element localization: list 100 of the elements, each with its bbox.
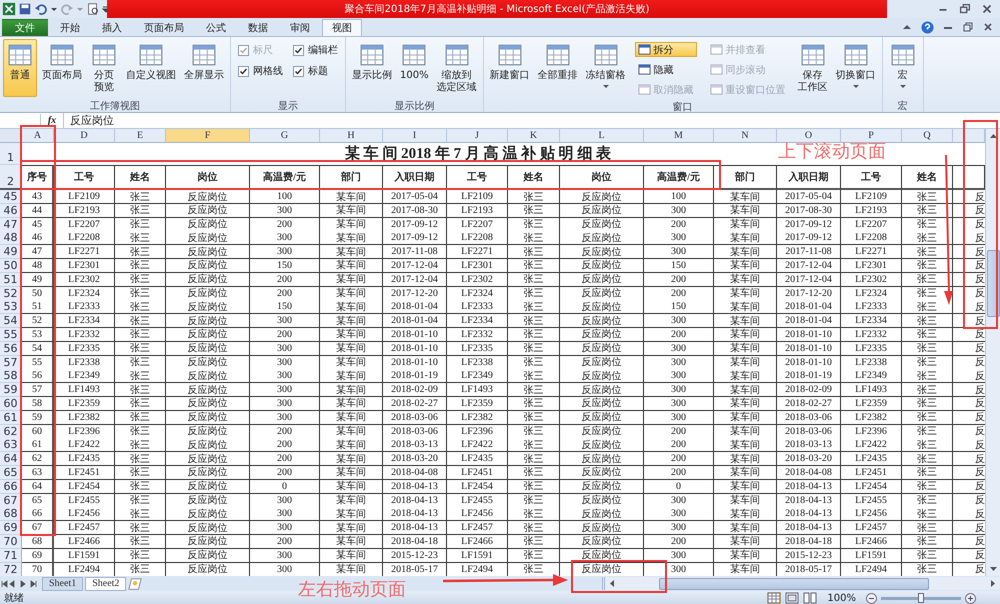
ribbon-tab[interactable]: 文件 bbox=[2, 19, 48, 36]
column-header[interactable]: F bbox=[166, 129, 250, 143]
table-cell: 300 bbox=[250, 245, 320, 259]
formula-field[interactable]: 反应岗位 bbox=[63, 113, 1000, 128]
table-cell: LF2338 bbox=[54, 356, 115, 370]
table-cell: 某车间 bbox=[320, 245, 383, 259]
table-cell: 反应岗位 bbox=[560, 396, 644, 411]
ribbon-tab[interactable]: 视图 bbox=[322, 19, 362, 36]
row-header[interactable]: 68 bbox=[0, 507, 22, 522]
table-cell: 某车间 bbox=[320, 480, 383, 494]
sheet-tab[interactable]: Sheet1 bbox=[42, 576, 84, 591]
ribbon-tab[interactable]: 插入 bbox=[92, 19, 132, 36]
ribbon-tab[interactable]: 公式 bbox=[196, 19, 236, 36]
table-cell: 某车间 bbox=[320, 204, 383, 218]
ribbon-button[interactable]: 自定义视图 bbox=[123, 39, 179, 97]
column-header[interactable]: G bbox=[250, 129, 320, 143]
ribbon-button[interactable]: 100% bbox=[397, 39, 432, 97]
table-cell: 张三 bbox=[115, 383, 166, 397]
header-cell: 高温费/元 bbox=[644, 165, 714, 190]
row-header[interactable]: 72 bbox=[0, 562, 22, 576]
table-cell: 0 bbox=[250, 480, 320, 494]
column-header[interactable]: E bbox=[115, 129, 166, 143]
row-header[interactable]: 1 bbox=[0, 143, 22, 165]
table-cell: 反应岗位 bbox=[166, 258, 250, 273]
column-header[interactable]: J bbox=[447, 129, 508, 143]
table-cell: 43 bbox=[22, 190, 54, 204]
ribbon-button[interactable]: 新建窗口 bbox=[486, 39, 533, 97]
table-cell: 张三 bbox=[508, 369, 560, 384]
column-header[interactable]: O bbox=[777, 129, 841, 143]
table-cell: 张三 bbox=[115, 245, 166, 259]
checkbox-option[interactable]: 编辑栏 bbox=[293, 42, 338, 58]
row-header[interactable]: 54 bbox=[0, 314, 22, 328]
column-header[interactable]: A bbox=[22, 129, 54, 143]
checkbox-option[interactable]: 网格线 bbox=[238, 63, 283, 79]
table-cell: 张三 bbox=[508, 286, 560, 300]
ribbon-tab[interactable]: 页面布局 bbox=[134, 19, 194, 36]
ribbon-tab[interactable]: 开始 bbox=[50, 19, 90, 36]
group-label: 宏 bbox=[896, 100, 909, 112]
function-label[interactable]: fx bbox=[41, 115, 63, 126]
row-header[interactable]: 45 bbox=[0, 190, 22, 204]
table-cell: 300 bbox=[250, 204, 320, 218]
row-header[interactable]: 49 bbox=[0, 245, 22, 259]
table-cell: 45 bbox=[22, 218, 54, 232]
ribbon-button[interactable]: 全屏显示 bbox=[181, 39, 227, 97]
row-header[interactable]: 58 bbox=[0, 369, 22, 384]
table-cell: 反应岗位 bbox=[560, 328, 644, 342]
ribbon-button[interactable]: 切换窗口 bbox=[832, 39, 879, 97]
column-header[interactable]: L bbox=[560, 129, 644, 143]
row-header[interactable]: 71 bbox=[0, 548, 22, 563]
column-header[interactable]: I bbox=[383, 129, 447, 143]
table-cell: 反应岗位 bbox=[560, 383, 644, 397]
table-cell: LF2334 bbox=[841, 314, 902, 328]
header-cell: 高温费/元 bbox=[250, 165, 320, 190]
sheet-tab[interactable]: Sheet2 bbox=[85, 576, 126, 591]
table-cell: LF2332 bbox=[447, 328, 508, 342]
ribbon-button[interactable]: 分页 预览 bbox=[87, 39, 121, 97]
table-cell: 2018-03-20 bbox=[777, 452, 841, 466]
ribbon-tab[interactable]: 审阅 bbox=[280, 19, 320, 36]
row-header[interactable]: 69 bbox=[0, 521, 22, 535]
zoom-level[interactable]: 100% bbox=[827, 592, 856, 604]
table-cell: LF2455 bbox=[447, 494, 508, 508]
table-cell: LF1493 bbox=[447, 383, 508, 397]
ribbon-button[interactable]: 全部重排 bbox=[534, 39, 581, 97]
row-header[interactable]: 70 bbox=[0, 534, 22, 549]
row-header[interactable]: 63 bbox=[0, 438, 22, 452]
table-cell: 200 bbox=[644, 286, 714, 300]
column-header[interactable]: H bbox=[320, 129, 383, 143]
ribbon-button[interactable]: 保存 工作区 bbox=[794, 39, 831, 97]
table-cell: 反应岗位 bbox=[166, 272, 250, 287]
row-header[interactable]: 2 bbox=[0, 165, 22, 190]
row-header[interactable]: 48 bbox=[0, 231, 22, 246]
ribbon-button[interactable]: 拆分 bbox=[634, 42, 697, 57]
table-cell: LF2422 bbox=[841, 438, 902, 452]
ribbon-button[interactable]: 冻结窗格 bbox=[582, 39, 629, 97]
table-cell: 张三 bbox=[115, 231, 166, 246]
ribbon-button[interactable]: 显示比例 bbox=[349, 39, 395, 97]
table-cell: 200 bbox=[250, 286, 320, 300]
row-header[interactable]: 53 bbox=[0, 300, 22, 314]
ribbon-button[interactable]: 缩放到 选定区域 bbox=[434, 39, 480, 97]
checkbox-option[interactable]: 标题 bbox=[293, 63, 338, 79]
table-cell: 反应岗位 bbox=[560, 548, 644, 563]
column-header[interactable]: M bbox=[644, 129, 714, 143]
column-header[interactable]: P bbox=[841, 129, 902, 143]
table-cell: 300 bbox=[644, 356, 714, 370]
column-header[interactable]: D bbox=[54, 129, 115, 143]
row-header[interactable]: 59 bbox=[0, 383, 22, 397]
ribbon-button[interactable]: 页面布局 bbox=[39, 39, 85, 97]
table-cell: 张三 bbox=[902, 369, 953, 384]
table-cell: 某车间 bbox=[714, 272, 777, 287]
ribbon-button[interactable]: 普通 bbox=[3, 39, 37, 97]
ribbon-tab[interactable]: 数据 bbox=[238, 19, 278, 36]
column-header[interactable]: K bbox=[508, 129, 560, 143]
column-header[interactable]: N bbox=[714, 129, 777, 143]
table-cell: 张三 bbox=[508, 521, 560, 535]
ribbon-button[interactable]: 隐藏 bbox=[634, 62, 697, 77]
column-header[interactable]: Q bbox=[902, 129, 953, 143]
table-cell: LF2302 bbox=[447, 272, 508, 287]
row-header[interactable]: 64 bbox=[0, 452, 22, 466]
table-cell: 张三 bbox=[508, 342, 560, 356]
ribbon-button[interactable]: 宏 bbox=[886, 39, 920, 97]
